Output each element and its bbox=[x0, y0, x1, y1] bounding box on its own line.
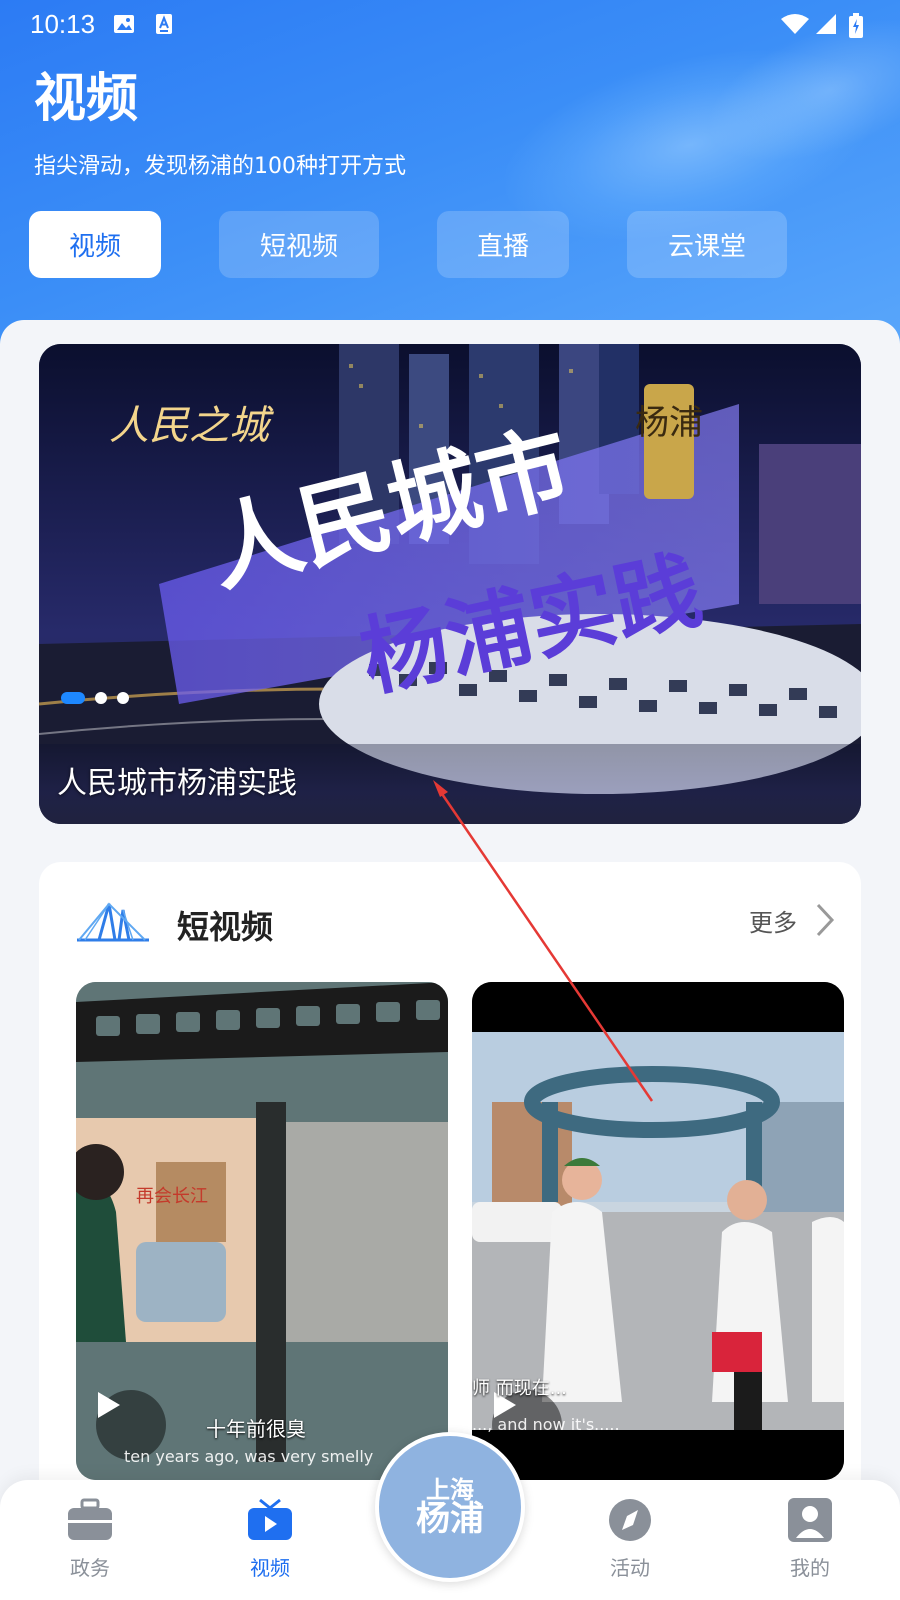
poster-text: 再会长江 bbox=[136, 1186, 208, 1207]
video-subtitle: ..., and now it's..... bbox=[472, 1415, 620, 1434]
banner-carousel[interactable]: 杨浦 人民之城 人民城市 杨浦实践 人民城市杨浦实践 bbox=[39, 344, 861, 824]
image-notification-icon bbox=[113, 13, 135, 35]
page-title: 视频 bbox=[34, 69, 139, 129]
banner-seal-text-1: 杨浦 bbox=[635, 403, 703, 443]
center-logo-line2: 杨浦 bbox=[416, 1498, 484, 1539]
briefcase-icon bbox=[68, 1498, 112, 1540]
section-title: 短视频 bbox=[177, 908, 274, 946]
battery-icon bbox=[848, 13, 870, 38]
category-tabs: 视频 短视频 直播 云课堂 bbox=[0, 211, 900, 278]
text-notification-icon bbox=[153, 13, 175, 35]
center-logo: 上海 杨浦 bbox=[416, 1474, 484, 1539]
nav-item-government[interactable]: 政务 bbox=[40, 1498, 140, 1581]
nav-label: 活动 bbox=[610, 1556, 650, 1580]
banner-dot[interactable] bbox=[95, 692, 107, 704]
wifi-icon bbox=[780, 13, 809, 35]
nav-label: 视频 bbox=[250, 1556, 290, 1580]
video-caption: 师 而现在... bbox=[472, 1378, 567, 1399]
center-logo-button[interactable]: 上海 杨浦 bbox=[375, 1432, 525, 1582]
tab-video[interactable]: 视频 bbox=[29, 211, 161, 278]
nav-item-video[interactable]: 视频 bbox=[220, 1498, 320, 1581]
user-icon bbox=[788, 1498, 832, 1542]
status-bar: 10:13 bbox=[0, 0, 900, 48]
tab-cloud-classroom[interactable]: 云课堂 bbox=[627, 211, 787, 278]
nav-label: 政务 bbox=[70, 1556, 110, 1580]
short-video-card[interactable]: 再会长江 十年前很臭 ten years ago, was very smell… bbox=[76, 982, 448, 1480]
banner-caption: 人民城市杨浦实践 bbox=[57, 766, 297, 801]
chevron-right-icon bbox=[816, 903, 835, 937]
banner-image: 杨浦 人民之城 人民城市 杨浦实践 bbox=[39, 344, 861, 824]
banner-dot[interactable] bbox=[117, 692, 129, 704]
banner-dot-active[interactable] bbox=[61, 692, 85, 704]
header-background bbox=[0, 0, 900, 360]
nav-label: 我的 bbox=[790, 1556, 830, 1580]
tv-icon bbox=[248, 1498, 292, 1540]
page-subtitle: 指尖滑动，发现杨浦的100种打开方式 bbox=[34, 154, 406, 179]
nav-item-activity[interactable]: 活动 bbox=[580, 1498, 680, 1581]
short-video-card[interactable]: 师 而现在... ..., and now it's..... bbox=[472, 982, 844, 1480]
compass-icon bbox=[609, 1499, 651, 1541]
video-subtitle: ten years ago, was very smelly bbox=[124, 1447, 374, 1466]
tab-short-video[interactable]: 短视频 bbox=[219, 211, 379, 278]
bridge-logo-icon bbox=[77, 902, 149, 942]
more-label: 更多 bbox=[749, 908, 797, 937]
tab-live[interactable]: 直播 bbox=[437, 211, 569, 278]
banner-corner-logo: 人民之城 bbox=[109, 403, 274, 449]
section-header: 短视频 更多 bbox=[39, 862, 861, 982]
nav-item-profile[interactable]: 我的 bbox=[760, 1498, 860, 1581]
play-icon bbox=[98, 1392, 120, 1418]
video-caption: 十年前很臭 bbox=[206, 1417, 306, 1441]
status-time: 10:13 bbox=[30, 8, 96, 39]
banner-pagination bbox=[61, 692, 129, 704]
more-link[interactable]: 更多 bbox=[749, 902, 835, 938]
signal-icon bbox=[814, 13, 836, 35]
center-logo-line1: 上海 bbox=[426, 1474, 474, 1504]
